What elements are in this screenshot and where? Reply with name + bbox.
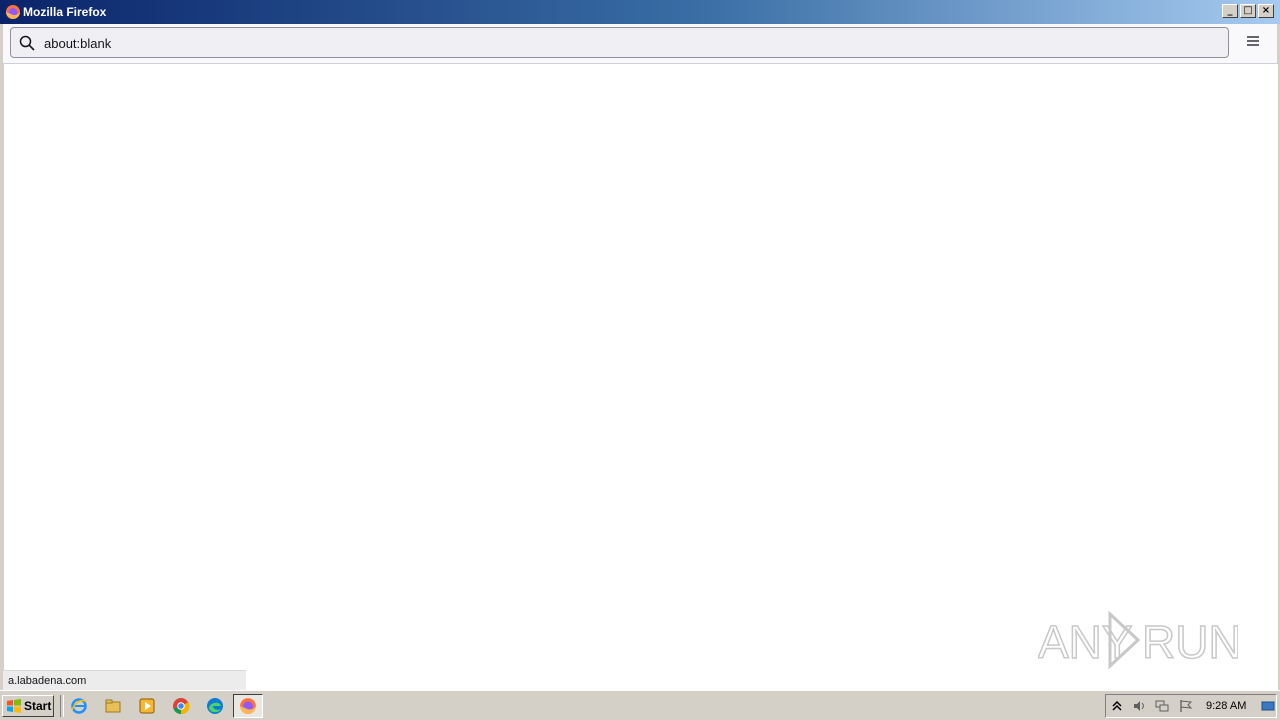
page-content[interactable] — [3, 64, 1278, 690]
maximize-button[interactable]: □ — [1240, 4, 1256, 18]
taskbar-firefox-button[interactable] — [233, 694, 263, 718]
file-explorer-icon[interactable] — [104, 697, 122, 715]
internet-explorer-icon[interactable] — [70, 697, 88, 715]
firefox-taskbar-icon — [240, 698, 256, 714]
hamburger-menu-icon[interactable] — [1245, 34, 1261, 48]
network-icon[interactable] — [1155, 699, 1169, 713]
start-button[interactable]: Start — [2, 695, 54, 717]
show-desktop-icon[interactable] — [1261, 699, 1275, 713]
edge-icon[interactable] — [206, 697, 224, 715]
media-player-icon[interactable] — [138, 697, 156, 715]
clock[interactable]: 9:28 AM — [1206, 700, 1246, 712]
search-icon — [19, 35, 35, 51]
anyrun-watermark-logo: ANY RUN — [1038, 610, 1238, 670]
show-hidden-icons-icon[interactable] — [1110, 699, 1124, 713]
status-bar: a.labadena.com — [3, 670, 246, 690]
volume-icon[interactable] — [1132, 699, 1146, 713]
firefox-icon — [6, 5, 20, 19]
watermark-run-text: RUN — [1142, 616, 1238, 668]
close-button[interactable]: × — [1258, 4, 1274, 18]
windows-logo-icon — [7, 699, 21, 713]
quicklaunch-separator — [60, 695, 64, 717]
minimize-button[interactable]: _ — [1222, 4, 1238, 18]
system-tray: 9:28 AM — [1105, 694, 1277, 718]
url-bar[interactable]: about:blank — [10, 27, 1229, 58]
window-title: Mozilla Firefox — [23, 5, 107, 19]
chrome-icon[interactable] — [172, 697, 190, 715]
action-center-flag-icon[interactable] — [1179, 699, 1193, 713]
browser-toolbar: about:blank — [0, 24, 1280, 64]
taskbar: Start 9:28 AM — [0, 690, 1280, 720]
start-label: Start — [24, 699, 52, 713]
window-titlebar[interactable]: Mozilla Firefox _ □ × — [0, 0, 1280, 24]
url-input[interactable]: about:blank — [44, 36, 111, 51]
